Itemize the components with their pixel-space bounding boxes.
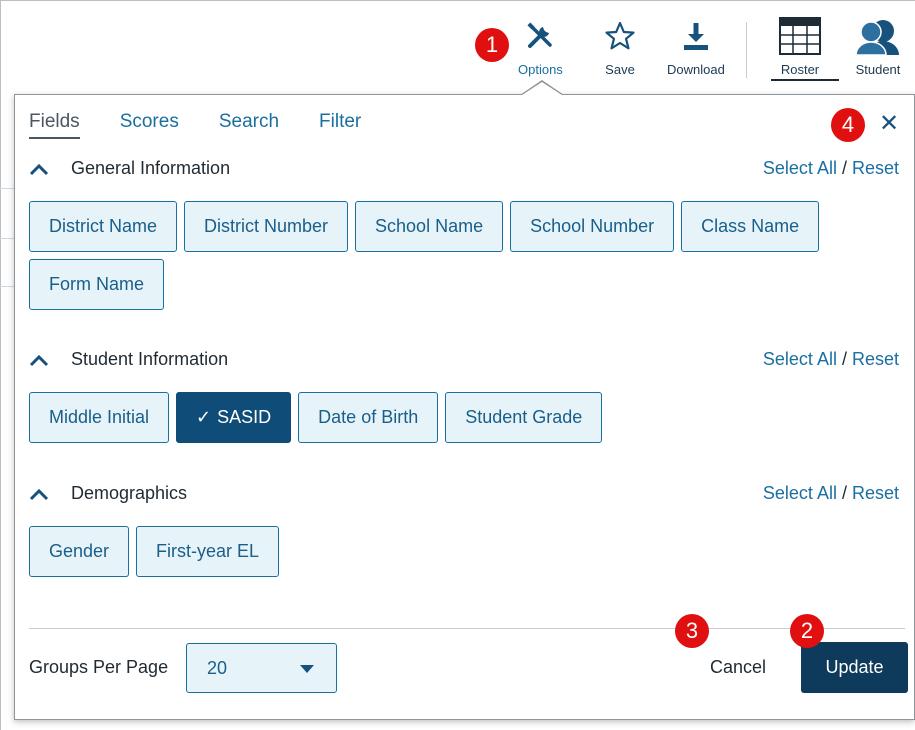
download-button[interactable]: Download — [667, 18, 725, 77]
chevron-up-icon[interactable] — [29, 162, 49, 176]
callout-badge-1: 1 — [475, 28, 509, 62]
groups-per-page-label: Groups Per Page — [29, 657, 169, 677]
field-chip-student-grade[interactable]: Student Grade — [445, 392, 603, 443]
students-icon — [855, 18, 901, 55]
close-icon[interactable]: ✕ — [879, 109, 899, 138]
groups-per-page-value: 20 — [207, 657, 228, 678]
callout-badge-2: 2 — [790, 614, 824, 648]
field-chip-form-name[interactable]: Form Name — [29, 259, 165, 310]
options-label: Options — [518, 62, 563, 77]
cancel-button[interactable]: Cancel — [710, 657, 766, 678]
caret-down-icon — [300, 665, 314, 673]
reset-link[interactable]: Reset — [852, 483, 899, 503]
toolbar-separator — [746, 22, 747, 78]
tab-search[interactable]: Search — [219, 111, 279, 139]
student-label: Student — [855, 62, 901, 77]
section-general-information: General Information Select All / Reset — [29, 158, 899, 179]
save-button[interactable]: Save — [604, 18, 636, 77]
field-chip-date-of-birth[interactable]: Date of Birth — [298, 392, 439, 443]
section-student-information: Student Information Select All / Reset — [29, 349, 899, 370]
options-panel: Fields Scores Search Filter 4 ✕ General … — [14, 94, 915, 720]
table-icon — [779, 17, 821, 55]
field-chip-middle-initial[interactable]: Middle Initial — [29, 392, 170, 443]
toolbar: Options Save Download Roster Student — [0, 0, 915, 92]
select-all-link[interactable]: Select All — [763, 158, 837, 178]
field-chip-sasid[interactable]: ✓ SASID — [176, 392, 292, 443]
save-label: Save — [605, 62, 635, 77]
options-button[interactable]: Options — [518, 18, 563, 77]
tools-icon — [525, 18, 555, 54]
section-title: General Information — [71, 158, 231, 178]
roster-label: Roster — [780, 62, 820, 77]
field-chip-district-name[interactable]: District Name — [29, 201, 178, 252]
star-icon — [604, 18, 636, 54]
roster-view-button[interactable]: Roster — [779, 17, 821, 77]
tab-fields[interactable]: Fields — [29, 111, 80, 139]
popover-arrow-inner — [522, 82, 562, 95]
callout-badge-3: 3 — [675, 614, 709, 648]
select-reset-group: Select All / Reset — [762, 483, 899, 503]
groups-per-page-select[interactable]: 20 — [186, 643, 337, 693]
checkmark-icon: ✓ — [196, 407, 212, 427]
footer-divider — [29, 628, 905, 629]
select-all-link[interactable]: Select All — [763, 483, 837, 503]
reset-link[interactable]: Reset — [852, 158, 899, 178]
field-chip-district-number[interactable]: District Number — [184, 201, 349, 252]
section-demographics: Demographics Select All / Reset — [29, 483, 899, 504]
chips-demographics: Gender First-year EL — [29, 526, 899, 584]
download-label: Download — [667, 62, 725, 77]
select-all-link[interactable]: Select All — [763, 349, 837, 369]
field-chip-school-name[interactable]: School Name — [355, 201, 504, 252]
field-chip-gender[interactable]: Gender — [29, 526, 130, 577]
roster-active-indicator — [771, 79, 839, 81]
tab-scores[interactable]: Scores — [120, 111, 179, 139]
chevron-up-icon[interactable] — [29, 353, 49, 367]
callout-badge-4: 4 — [831, 108, 865, 142]
select-reset-group: Select All / Reset — [762, 158, 899, 178]
select-reset-group: Select All / Reset — [762, 349, 899, 369]
student-view-button[interactable]: Student — [855, 18, 901, 77]
reset-link[interactable]: Reset — [852, 349, 899, 369]
field-chip-class-name[interactable]: Class Name — [681, 201, 820, 252]
download-icon — [680, 18, 712, 54]
tab-filter[interactable]: Filter — [319, 111, 361, 139]
field-chip-school-number[interactable]: School Number — [510, 201, 675, 252]
section-title: Demographics — [71, 483, 188, 503]
chevron-up-icon[interactable] — [29, 487, 49, 501]
field-chip-first-year-el[interactable]: First-year EL — [136, 526, 280, 577]
section-title: Student Information — [71, 349, 229, 369]
panel-tabs: Fields Scores Search Filter — [29, 111, 401, 139]
chip-label: SASID — [217, 407, 272, 427]
update-button[interactable]: Update — [801, 642, 908, 693]
chips-general-information: District Name District Number School Nam… — [29, 201, 899, 317]
chips-student-information: Middle Initial ✓ SASID Date of Birth Stud… — [29, 392, 899, 450]
